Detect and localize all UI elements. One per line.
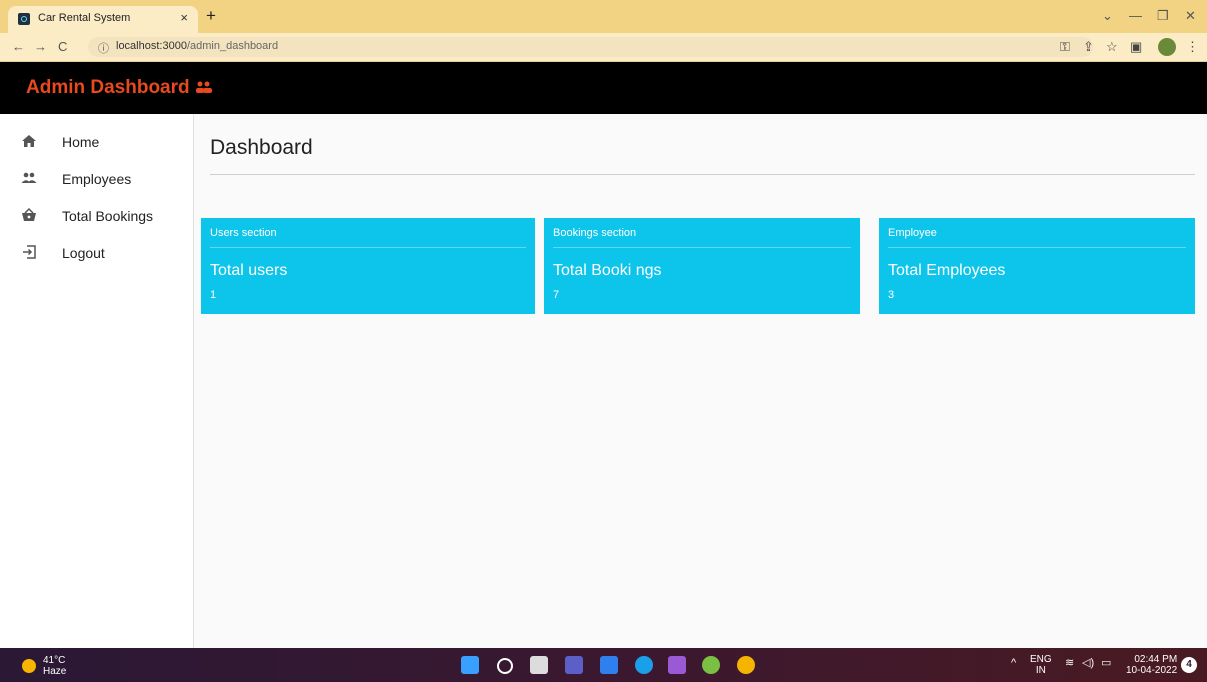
lang-code: ENG	[1030, 654, 1052, 665]
logout-icon	[23, 245, 36, 259]
address-bar: ← → C ⓘ localhost:3000/admin_dashboard ⚿…	[0, 33, 1207, 62]
search-icon[interactable]	[497, 658, 513, 674]
url-host: localhost:3000	[116, 40, 187, 52]
battery-icon[interactable]: ▭	[1101, 658, 1111, 669]
wifi-icon[interactable]: ≋	[1065, 658, 1074, 669]
notification-badge[interactable]: 4	[1181, 657, 1197, 673]
card-divider	[553, 247, 851, 248]
sidebar-item-total-bookings[interactable]: Total Bookings	[0, 198, 193, 234]
main-content: Dashboard Users section Total users 1 Bo…	[194, 114, 1207, 648]
sidebar-item-label: Logout	[62, 245, 105, 261]
card-title: Total users	[210, 262, 288, 279]
home-icon	[22, 135, 36, 147]
brand-title: Admin Dashboard	[26, 77, 213, 99]
basket-icon	[22, 207, 36, 221]
card-title: Total Booki ngs	[553, 262, 662, 279]
employees-card: Employee Total Employees 3	[879, 218, 1195, 314]
bookings-card: Bookings section Total Booki ngs 7	[544, 218, 860, 314]
clock-time: 02:44 PM	[1134, 654, 1178, 665]
visual-studio-icon[interactable]	[668, 656, 686, 674]
share-icon[interactable]: ⇪	[1083, 39, 1094, 55]
card-header: Users section	[210, 227, 277, 239]
site-info-icon[interactable]: ⓘ	[98, 40, 109, 56]
close-window-button[interactable]: ✕	[1185, 8, 1196, 24]
react-favicon-icon	[18, 13, 30, 25]
more-menu-icon[interactable]: ⋮	[1186, 39, 1199, 55]
people-icon	[195, 81, 212, 93]
clock-date: 10-04-2022	[1126, 665, 1178, 676]
volume-icon[interactable]: ◁)	[1082, 658, 1094, 669]
language-indicator[interactable]: ENG IN	[1030, 654, 1052, 676]
card-value: 3	[888, 289, 895, 301]
card-value: 1	[210, 289, 217, 301]
sidebar-item-label: Total Bookings	[62, 208, 154, 224]
forward-icon[interactable]: →	[34, 39, 47, 54]
bookmark-star-icon[interactable]: ☆	[1106, 39, 1118, 55]
weather-temp: 41°C	[43, 655, 66, 666]
clock[interactable]: 02:44 PM 10-04-2022	[1126, 654, 1177, 676]
card-header: Bookings section	[553, 227, 637, 239]
weather-condition: Haze	[43, 666, 67, 677]
url-path: /admin_dashboard	[186, 40, 279, 52]
app-leaf-icon[interactable]	[702, 656, 720, 674]
card-divider	[888, 247, 1186, 248]
card-header: Employee	[888, 227, 937, 239]
app-header: Admin Dashboard	[0, 62, 1207, 114]
new-tab-button[interactable]: +	[206, 6, 216, 26]
region-code: IN	[1035, 665, 1046, 676]
tab-title: Car Rental System	[38, 12, 131, 24]
people-icon	[21, 172, 37, 183]
vscode-icon[interactable]	[600, 656, 618, 674]
side-panel-icon[interactable]: ▣	[1130, 39, 1142, 55]
sidebar-item-home[interactable]: Home	[0, 124, 193, 160]
sidebar-item-label: Home	[62, 134, 100, 150]
taskbar: 41°C Haze ^ ENG IN ≋ ◁) ▭ 02:44 PM 10-04…	[0, 648, 1207, 682]
card-title: Total Employees	[888, 262, 1006, 279]
users-card: Users section Total users 1	[201, 218, 535, 314]
weather-widget[interactable]: 41°C Haze	[43, 655, 66, 677]
back-icon[interactable]: ←	[12, 39, 25, 54]
page-title: Dashboard	[210, 136, 313, 159]
minimize-button[interactable]: —	[1129, 8, 1142, 23]
chrome-icon[interactable]	[737, 656, 755, 674]
browser-tab-bar: Car Rental System × + ⌄ — ❐ ✕	[0, 0, 1207, 33]
teams-chat-icon[interactable]	[565, 656, 583, 674]
edge-icon[interactable]	[635, 656, 653, 674]
profile-avatar-icon[interactable]	[1158, 38, 1176, 56]
tab-close-icon[interactable]: ×	[180, 10, 188, 25]
sidebar-item-logout[interactable]: Logout	[0, 235, 193, 271]
tray-overflow-icon[interactable]: ^	[1011, 658, 1016, 669]
sidebar: Home Employees Total Bookings Logout	[0, 114, 194, 648]
url-input[interactable]: ⓘ localhost:3000/admin_dashboard	[88, 37, 1093, 57]
card-divider	[210, 247, 526, 248]
tab-search-icon[interactable]: ⌄	[1102, 8, 1113, 24]
restore-button[interactable]: ❐	[1157, 8, 1169, 24]
title-divider	[210, 174, 1195, 175]
card-value: 7	[553, 289, 560, 301]
brand-text: Admin Dashboard	[26, 77, 190, 98]
browser-tab[interactable]: Car Rental System ×	[8, 6, 198, 33]
sidebar-item-employees[interactable]: Employees	[0, 161, 193, 197]
task-view-icon[interactable]	[530, 656, 548, 674]
reload-icon[interactable]: C	[58, 39, 67, 54]
key-icon[interactable]: ⚿	[1060, 39, 1070, 55]
sidebar-item-label: Employees	[62, 171, 132, 187]
start-icon[interactable]	[461, 656, 479, 674]
weather-sun-icon[interactable]	[22, 659, 36, 673]
